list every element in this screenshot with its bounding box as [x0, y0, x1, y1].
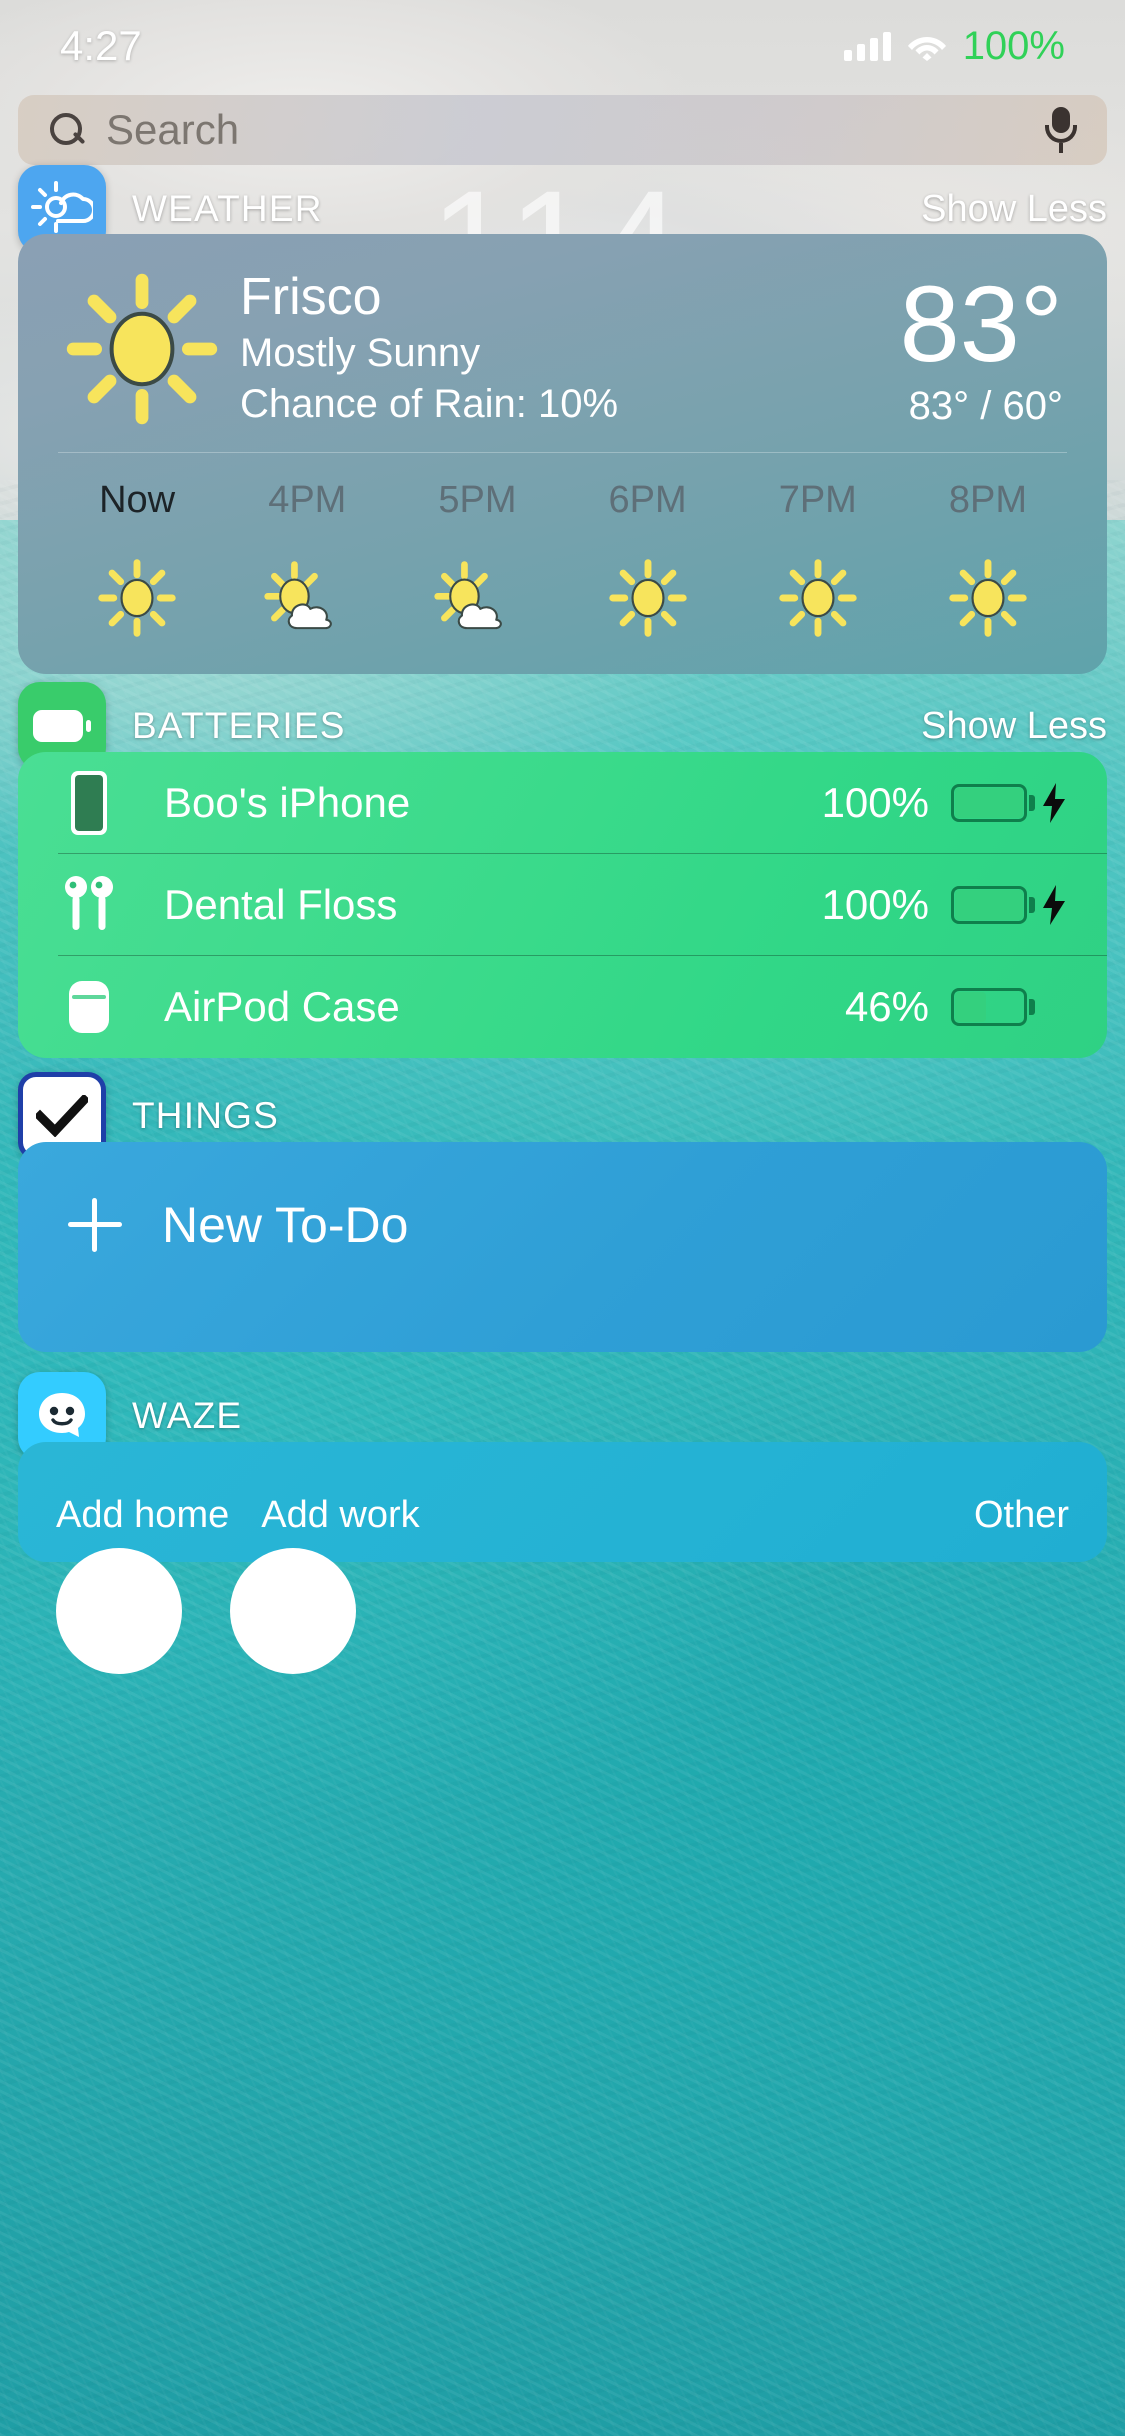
hourly-time: 5PM — [438, 479, 517, 522]
weather-high-low: 83° / 60° — [908, 383, 1063, 428]
weather-temperature-block: 83° 83° / 60° — [900, 269, 1063, 429]
sun-icon — [903, 550, 1073, 646]
cellular-bars-icon — [843, 31, 891, 61]
hourly-forecast-item[interactable]: 7PM — [733, 479, 903, 674]
batteries-show-less-button[interactable]: Show Less — [921, 705, 1107, 748]
microphone-icon[interactable] — [1045, 107, 1077, 153]
new-todo-button[interactable]: New To-Do — [18, 1142, 1107, 1254]
sun-icon — [62, 269, 222, 429]
search-icon — [48, 111, 86, 149]
hourly-forecast-item[interactable]: 8PM — [903, 479, 1073, 674]
status-bar-indicators: 100% — [843, 23, 1065, 69]
weather-condition: Mostly Sunny — [240, 330, 481, 375]
hourly-temperature: 83 — [52, 672, 222, 674]
waze-add-home-button[interactable]: Add home — [56, 1494, 229, 1537]
hourly-time: 6PM — [608, 479, 687, 522]
hourly-time: 4PM — [268, 479, 347, 522]
waze-work-circle-button[interactable] — [230, 1548, 356, 1674]
battery-gauge — [951, 886, 1035, 924]
status-bar: 4:27 100% — [0, 0, 1125, 92]
battery-gauge — [951, 784, 1035, 822]
hourly-time: 8PM — [948, 479, 1028, 522]
hourly-temperature: 79 — [733, 672, 903, 674]
hourly-forecast-item[interactable]: Now — [52, 479, 222, 674]
hourly-temperature: 75 — [903, 672, 1073, 674]
weather-location-block: Frisco Mostly Sunny Chance of Rain: 10% — [240, 268, 618, 430]
battery-device-name: Boo's iPhone — [164, 779, 411, 826]
weather-hourly-forecast: Now 4PM 5PM 6PM 7PM 8PM — [18, 453, 1107, 674]
wifi-icon — [907, 31, 947, 61]
weather-current-conditions: Frisco Mostly Sunny Chance of Rain: 10% … — [18, 234, 1107, 430]
waze-shortcut-buttons — [18, 1548, 1107, 1674]
weather-city: Frisco — [240, 268, 382, 326]
plus-icon — [68, 1198, 122, 1252]
battery-device-percent: 46% — [844, 983, 929, 1030]
airpod-case-icon — [58, 979, 120, 1035]
hourly-forecast-item[interactable]: 5PM 83 — [392, 479, 562, 674]
battery-gauge — [951, 988, 1035, 1026]
waze-other-button[interactable]: Other — [974, 1494, 1069, 1537]
status-bar-time: 4:27 — [60, 22, 142, 69]
sun-icon — [733, 550, 903, 646]
battery-row[interactable]: Boo's iPhone 100% — [18, 752, 1107, 854]
waze-home-circle-button[interactable] — [56, 1548, 182, 1674]
hourly-forecast-item[interactable]: 4PM 83 — [222, 479, 392, 674]
battery-device-percent: 100% — [821, 881, 929, 928]
iphone-icon — [58, 769, 120, 837]
search-input[interactable]: Search — [106, 106, 239, 154]
battery-device-name: Dental Floss — [164, 881, 398, 928]
waze-add-work-button[interactable]: Add work — [261, 1494, 419, 1537]
things-widget-title: THINGS — [132, 1095, 279, 1136]
hourly-time: Now — [99, 479, 176, 522]
weather-widget-card[interactable]: Frisco Mostly Sunny Chance of Rain: 10% … — [18, 234, 1107, 674]
hourly-time: 7PM — [778, 479, 857, 522]
new-todo-label: New To-Do — [162, 1197, 409, 1253]
weather-widget-title: WEATHER — [132, 188, 323, 229]
hourly-temperature: 83 — [392, 672, 562, 674]
weather-show-less-button[interactable]: Show Less — [921, 188, 1107, 231]
batteries-widget-title: BATTERIES — [132, 705, 346, 746]
sun-icon — [52, 550, 222, 646]
hourly-temperature: 83 — [222, 672, 392, 674]
waze-widget-card[interactable]: Add home Add work Other — [18, 1442, 1107, 1562]
things-widget-card[interactable]: New To-Do — [18, 1142, 1107, 1352]
battery-device-name: AirPod Case — [164, 983, 400, 1030]
sun-icon — [563, 550, 733, 646]
batteries-widget-card[interactable]: Boo's iPhone 100% Dental Floss 100% AirP… — [18, 752, 1107, 1058]
battery-percentage: 100% — [962, 23, 1065, 68]
battery-device-percent: 100% — [821, 779, 929, 826]
weather-current-temperature: 83° — [899, 263, 1063, 385]
weather-rain-chance: Chance of Rain: 10% — [240, 381, 619, 426]
battery-row[interactable]: Dental Floss 100% — [18, 854, 1107, 956]
sun-behind-cloud-icon — [222, 550, 392, 646]
charging-bolt-icon — [1041, 783, 1067, 823]
charging-bolt-icon — [1041, 885, 1067, 925]
hourly-temperature: 82 — [563, 672, 733, 674]
sun-behind-cloud-icon — [392, 550, 562, 646]
waze-widget-title: WAZE — [132, 1395, 243, 1436]
battery-row[interactable]: AirPod Case 46% — [18, 956, 1107, 1058]
hourly-forecast-item[interactable]: 6PM — [563, 479, 733, 674]
airpods-icon — [58, 876, 120, 934]
waze-shortcuts-row: Add home Add work Other — [18, 1442, 1107, 1537]
search-bar[interactable]: Search — [18, 95, 1107, 165]
